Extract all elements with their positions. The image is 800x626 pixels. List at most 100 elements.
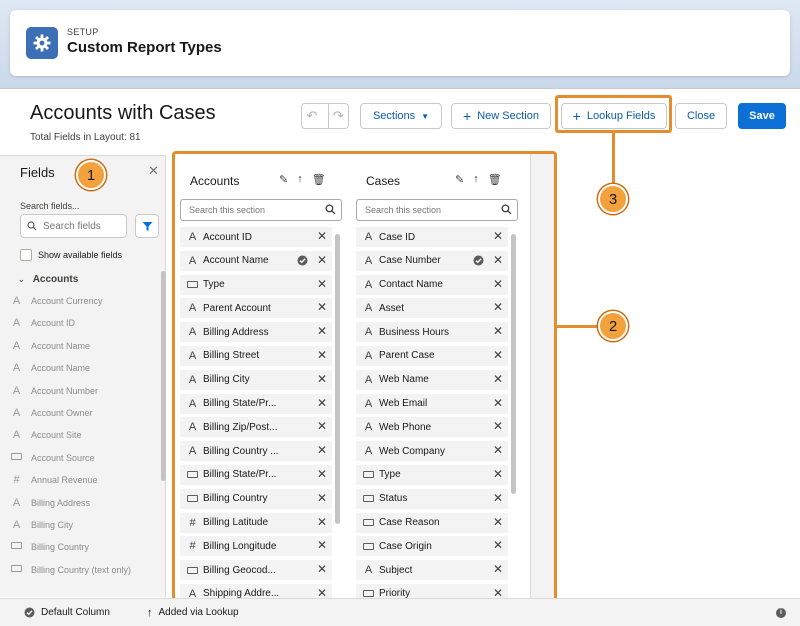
layout-field-item[interactable]: A Billing Country ... ✕: [180, 441, 332, 462]
redo-icon[interactable]: ↷: [327, 104, 348, 128]
section-search-box[interactable]: [356, 199, 518, 221]
layout-field-item[interactable]: A Billing Address ✕: [180, 322, 332, 343]
remove-icon[interactable]: ✕: [493, 253, 503, 267]
remove-icon[interactable]: ✕: [493, 229, 503, 243]
layout-field-item[interactable]: # Billing Latitude ✕: [180, 512, 332, 533]
available-field-item[interactable]: A Billing City: [10, 515, 160, 537]
section-search-box[interactable]: [180, 199, 342, 221]
remove-icon[interactable]: ✕: [317, 538, 327, 552]
remove-icon[interactable]: ✕: [493, 491, 503, 505]
available-field-item[interactable]: A Account Currency: [10, 291, 160, 313]
available-field-item[interactable]: Billing Country: [10, 537, 160, 559]
available-field-item[interactable]: A Account ID: [10, 313, 160, 335]
layout-field-item[interactable]: Billing Country ✕: [180, 488, 332, 509]
undo-icon[interactable]: ↶: [302, 104, 322, 128]
remove-icon[interactable]: ✕: [493, 467, 503, 481]
layout-field-item[interactable]: A Billing Street ✕: [180, 345, 332, 366]
remove-icon[interactable]: ✕: [317, 348, 327, 362]
layout-field-item[interactable]: Case Reason ✕: [356, 512, 508, 533]
layout-field-item[interactable]: A Account ID ✕: [180, 227, 332, 247]
remove-icon[interactable]: ✕: [317, 467, 327, 481]
remove-icon[interactable]: ✕: [317, 372, 327, 386]
trash-icon[interactable]: 🗑: [312, 173, 326, 186]
remove-icon[interactable]: ✕: [317, 277, 327, 291]
show-available-checkbox[interactable]: [20, 249, 32, 261]
save-button[interactable]: Save: [738, 103, 786, 129]
available-field-item[interactable]: # Annual Revenue: [10, 470, 160, 492]
arrow-up-icon[interactable]: ↑: [297, 173, 303, 186]
layout-field-item[interactable]: A Case ID ✕: [356, 227, 508, 247]
remove-icon[interactable]: ✕: [493, 538, 503, 552]
remove-icon[interactable]: ✕: [493, 396, 503, 410]
remove-icon[interactable]: ✕: [493, 562, 503, 576]
pencil-icon[interactable]: ✎: [279, 173, 288, 186]
layout-field-item[interactable]: A Web Company ✕: [356, 441, 508, 462]
remove-icon[interactable]: ✕: [493, 515, 503, 529]
available-field-item[interactable]: Account Source: [10, 448, 160, 470]
filter-button[interactable]: [135, 214, 159, 238]
remove-icon[interactable]: ✕: [493, 300, 503, 314]
fields-scrollbar[interactable]: [161, 271, 166, 481]
layout-field-item[interactable]: A Asset ✕: [356, 298, 508, 319]
new-section-button[interactable]: + New Section: [451, 103, 551, 129]
sections-dropdown-button[interactable]: Sections ▼: [360, 103, 442, 129]
available-field-item[interactable]: Billing Country (text only): [10, 560, 160, 592]
section-scrollbar[interactable]: [335, 234, 340, 524]
layout-field-item[interactable]: Billing Geocod... ✕: [180, 560, 332, 581]
show-available-toggle[interactable]: Show available fields: [20, 249, 122, 261]
layout-field-item[interactable]: A Billing City ✕: [180, 369, 332, 390]
layout-field-item[interactable]: A Business Hours ✕: [356, 322, 508, 343]
section-scrollbar[interactable]: [511, 234, 516, 494]
available-field-item[interactable]: A Account Name: [10, 336, 160, 358]
remove-icon[interactable]: ✕: [317, 419, 327, 433]
remove-icon[interactable]: ✕: [493, 443, 503, 457]
pencil-icon[interactable]: ✎: [455, 173, 464, 186]
layout-field-item[interactable]: A Account Name ✕: [180, 250, 332, 271]
info-icon[interactable]: i: [776, 607, 786, 618]
remove-icon[interactable]: ✕: [493, 277, 503, 291]
remove-icon[interactable]: ✕: [493, 348, 503, 362]
layout-field-item[interactable]: # Billing Longitude ✕: [180, 536, 332, 557]
layout-field-item[interactable]: A Web Email ✕: [356, 393, 508, 414]
close-icon[interactable]: ✕: [148, 163, 159, 179]
layout-field-item[interactable]: Type ✕: [356, 464, 508, 485]
available-field-item[interactable]: A Account Site: [10, 425, 160, 447]
layout-field-item[interactable]: A Billing State/Pr... ✕: [180, 393, 332, 414]
remove-icon[interactable]: ✕: [317, 253, 327, 267]
layout-field-item[interactable]: A Web Name ✕: [356, 369, 508, 390]
remove-icon[interactable]: ✕: [493, 372, 503, 386]
layout-field-item[interactable]: A Web Phone ✕: [356, 417, 508, 438]
layout-field-item[interactable]: Case Origin ✕: [356, 536, 508, 557]
remove-icon[interactable]: ✕: [317, 229, 327, 243]
layout-field-item[interactable]: A Subject ✕: [356, 560, 508, 581]
available-field-item[interactable]: A Account Name: [10, 358, 160, 380]
search-fields-box[interactable]: [20, 214, 127, 238]
layout-field-item[interactable]: Billing State/Pr... ✕: [180, 464, 332, 485]
available-field-item[interactable]: A Account Owner: [10, 403, 160, 425]
layout-field-item[interactable]: A Billing Zip/Post... ✕: [180, 417, 332, 438]
section-search-input[interactable]: [365, 205, 495, 215]
remove-icon[interactable]: ✕: [493, 324, 503, 338]
layout-field-item[interactable]: A Case Number ✕: [356, 250, 508, 271]
layout-field-item[interactable]: Status ✕: [356, 488, 508, 509]
remove-icon[interactable]: ✕: [317, 324, 327, 338]
layout-field-item[interactable]: Type ✕: [180, 274, 332, 295]
remove-icon[interactable]: ✕: [493, 419, 503, 433]
remove-icon[interactable]: ✕: [317, 515, 327, 529]
search-fields-input[interactable]: [43, 220, 123, 232]
remove-icon[interactable]: ✕: [317, 562, 327, 576]
remove-icon[interactable]: ✕: [317, 396, 327, 410]
layout-field-item[interactable]: A Parent Account ✕: [180, 298, 332, 319]
layout-field-item[interactable]: A Parent Case ✕: [356, 345, 508, 366]
arrow-up-icon[interactable]: ↑: [473, 173, 479, 186]
available-field-item[interactable]: A Account Number: [10, 381, 160, 403]
section-search-input[interactable]: [189, 205, 319, 215]
remove-icon[interactable]: ✕: [317, 300, 327, 314]
remove-icon[interactable]: ✕: [317, 491, 327, 505]
layout-field-item[interactable]: A Contact Name ✕: [356, 274, 508, 295]
field-group-header[interactable]: ⌄ Accounts: [18, 274, 78, 285]
available-field-item[interactable]: A Billing Address: [10, 493, 160, 515]
remove-icon[interactable]: ✕: [317, 443, 327, 457]
close-button[interactable]: Close: [675, 103, 727, 129]
trash-icon[interactable]: 🗑: [488, 173, 502, 186]
